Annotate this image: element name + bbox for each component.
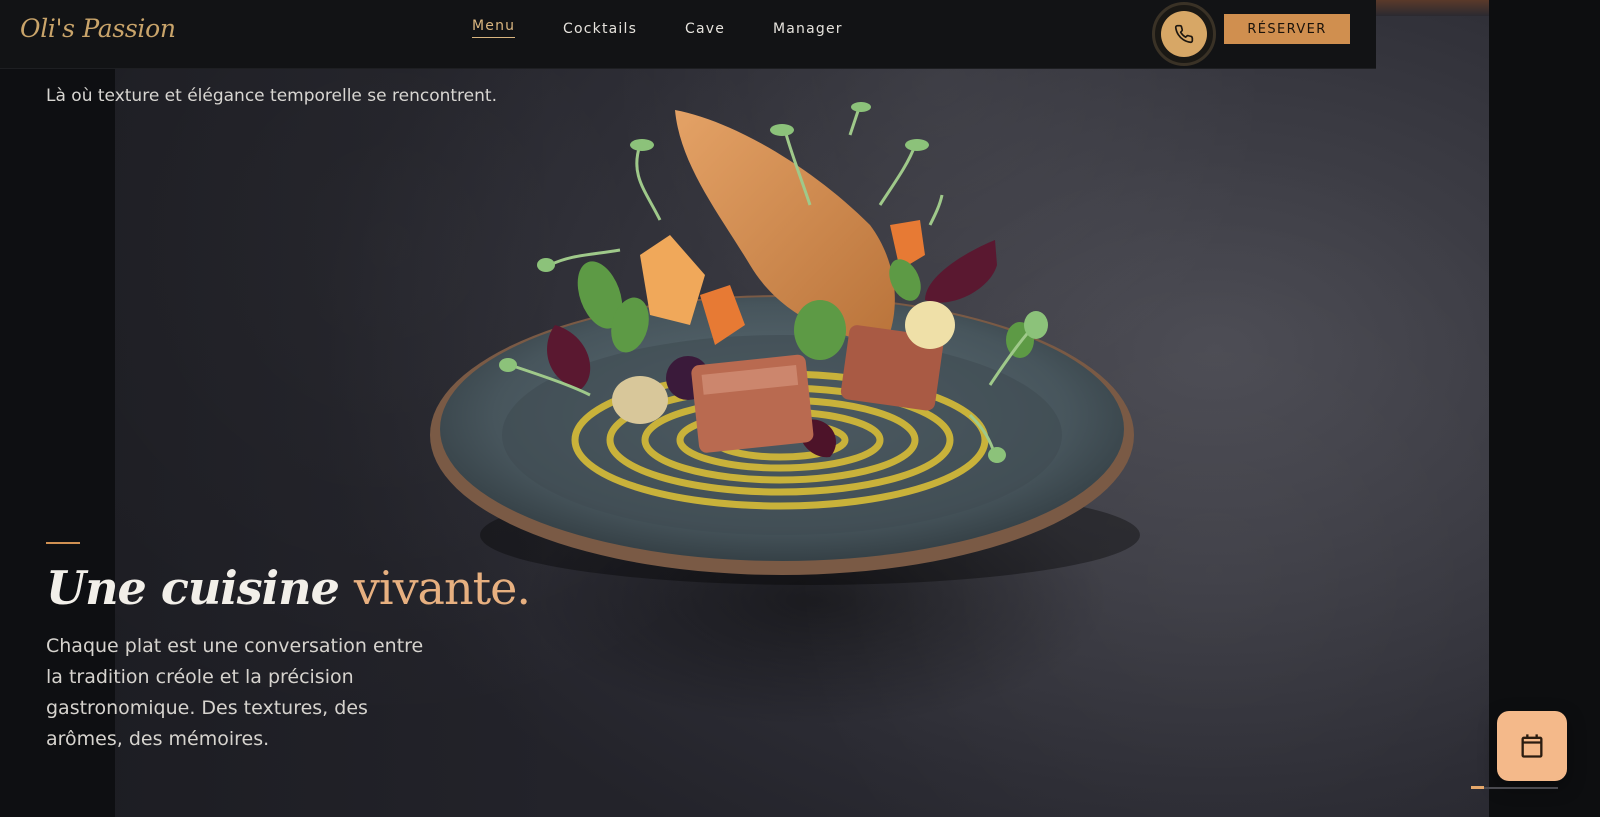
hero-headline: Une cuisine vivante. [46,560,531,616]
nav-item-cocktails[interactable]: Cocktails [563,21,637,37]
phone-icon [1174,24,1194,44]
top-navbar: Oli's Passion Menu Cocktails Cave Manage… [0,0,1376,69]
calendar-floating-button[interactable] [1497,711,1567,781]
nav-item-cave[interactable]: Cave [685,21,725,37]
nav-item-menu[interactable]: Menu [472,18,516,38]
hero-body-text: Chaque plat est une conversation entre l… [46,635,424,750]
headline-accent-part: vivante. [353,561,531,615]
brand-logo[interactable]: Oli's Passion [20,14,176,43]
accent-divider [46,542,80,544]
calendar-icon [1521,734,1543,758]
hero-subtitle: Là où texture et élégance temporelle se … [46,86,497,106]
headline-white-part: Une cuisine [46,561,340,615]
right-gutter [1489,0,1600,817]
reserve-button[interactable]: RÉSERVER [1224,14,1350,44]
phone-button[interactable] [1161,11,1207,57]
slide-progress-bar [1471,786,1558,789]
background-edge [1375,0,1489,16]
nav-item-manager[interactable]: Manager [773,21,843,37]
dish-image [430,102,1140,585]
slide-progress-fill [1471,786,1485,789]
phone-button-ring [1152,2,1216,66]
